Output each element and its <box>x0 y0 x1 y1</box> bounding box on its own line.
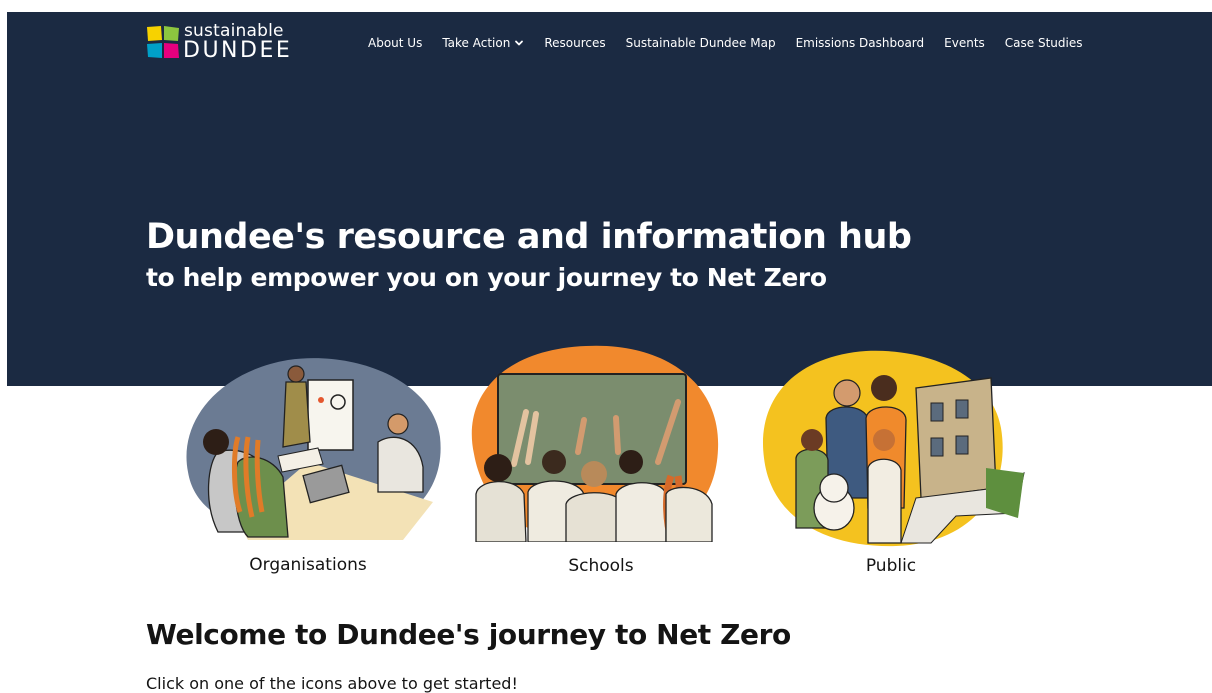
welcome-heading: Welcome to Dundee's journey to Net Zero <box>146 618 791 651</box>
audience-label-organisations: Organisations <box>249 555 367 575</box>
public-illustration-icon <box>762 350 1025 547</box>
audience-card-public[interactable]: Public <box>756 348 1026 584</box>
nav-item-case-studies[interactable]: Case Studies <box>1005 36 1083 50</box>
welcome-intro-text: Click on one of the icons above to get s… <box>146 674 518 693</box>
nav-label: Resources <box>544 36 606 50</box>
logo-text-bottom: DUNDEE <box>183 38 293 63</box>
nav-item-take-action[interactable]: Take Action <box>442 36 524 50</box>
nav-label: Emissions Dashboard <box>795 36 925 50</box>
logo-mark-icon <box>147 26 179 58</box>
schools-illustration-icon <box>471 345 719 542</box>
nav-item-emissions-dashboard[interactable]: Emissions Dashboard <box>796 36 925 50</box>
hero-banner <box>7 12 1212 386</box>
organisations-illustration-icon <box>186 358 441 540</box>
main-nav: About Us Take Action Resources Sustainab… <box>368 34 1082 52</box>
audience-card-organisations[interactable]: Organisations <box>178 352 443 584</box>
nav-label: Events <box>944 36 985 50</box>
nav-item-about-us[interactable]: About Us <box>368 36 422 50</box>
audience-label-public: Public <box>865 556 917 576</box>
nav-label: Case Studies <box>1004 36 1083 50</box>
hero-title: Dundee's resource and information hub <box>146 217 912 257</box>
audience-card-schools[interactable]: Schools <box>466 344 724 584</box>
nav-item-resources[interactable]: Resources <box>544 36 605 50</box>
hero-subtitle: to help empower you on your journey to N… <box>146 263 827 292</box>
nav-label: About Us <box>368 36 423 50</box>
nav-item-events[interactable]: Events <box>944 36 985 50</box>
nav-label: Sustainable Dundee Map <box>625 36 776 50</box>
site-logo[interactable]: sustainable DUNDEE <box>145 21 315 64</box>
audience-label-schools: Schools <box>568 556 634 576</box>
chevron-down-icon <box>515 40 524 46</box>
nav-item-sustainable-dundee-map[interactable]: Sustainable Dundee Map <box>626 36 776 50</box>
nav-label: Take Action <box>442 36 511 50</box>
